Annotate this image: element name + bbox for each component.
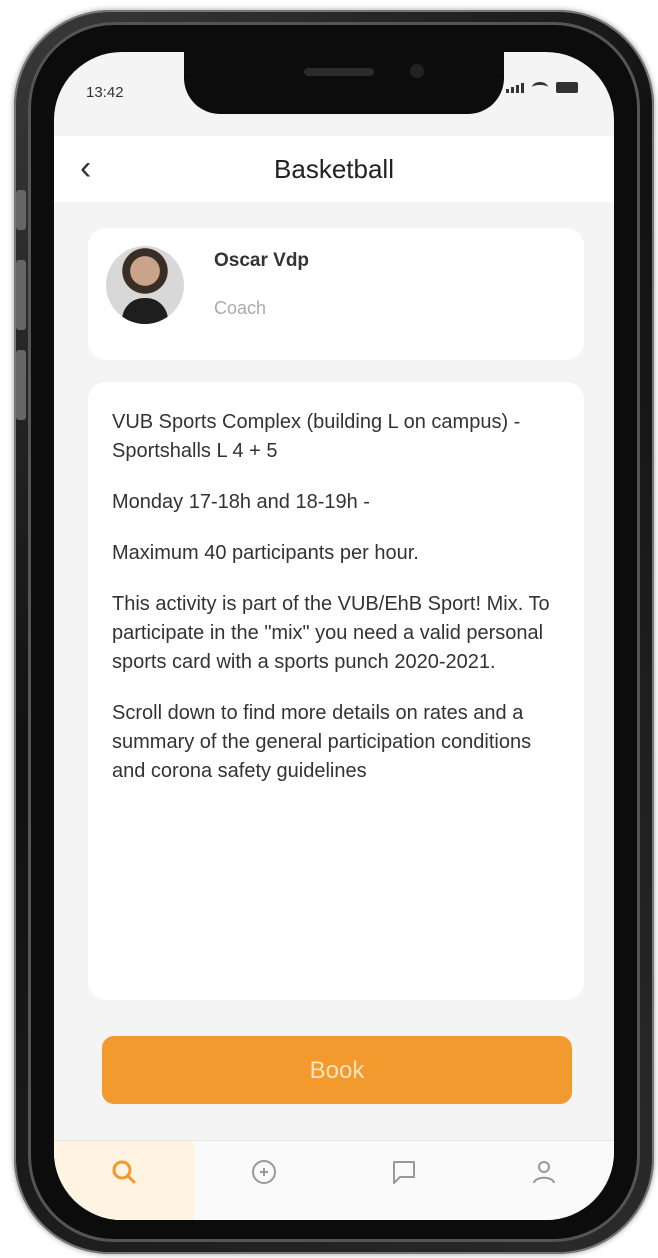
avatar: [106, 246, 184, 324]
more-details-text: Scroll down to find more details on rate…: [112, 702, 532, 782]
page-title: Basketball: [274, 154, 394, 184]
tab-search[interactable]: [54, 1141, 194, 1220]
coach-role: Coach: [214, 298, 267, 318]
tab-messages[interactable]: [334, 1141, 474, 1220]
volume-up-button: [16, 260, 26, 330]
search-icon: [112, 1160, 136, 1184]
front-camera: [410, 64, 424, 78]
status-icons: [506, 82, 578, 93]
capacity-text: Maximum 40 participants per hour.: [112, 542, 419, 564]
battery-icon: [556, 82, 578, 93]
app-screen: 13:42 ‹ Basketball Oscar Vdp Coach VUB S…: [54, 52, 614, 1220]
location-text: VUB Sports Complex (building L on campus…: [112, 411, 521, 462]
speaker: [304, 68, 374, 76]
status-time: 13:42: [86, 84, 124, 101]
coach-card[interactable]: Oscar Vdp Coach: [88, 228, 584, 360]
sport-mix-text: This activity is part of the VUB/EhB Spo…: [112, 593, 550, 673]
notch: [184, 52, 504, 114]
tab-bar: [54, 1140, 614, 1220]
chat-icon: [393, 1161, 415, 1184]
tab-add[interactable]: [194, 1141, 334, 1220]
mute-switch: [16, 190, 26, 230]
schedule-text: Monday 17-18h and 18-19h -: [112, 491, 370, 513]
coach-name: Oscar Vdp: [214, 250, 310, 271]
tab-profile[interactable]: [474, 1141, 614, 1220]
user-icon: [533, 1161, 555, 1184]
book-button[interactable]: Book: [102, 1036, 572, 1104]
activity-description-card: VUB Sports Complex (building L on campus…: [88, 382, 584, 1000]
volume-down-button: [16, 350, 26, 420]
plus-circle-icon: [252, 1160, 276, 1184]
wifi-icon: [532, 82, 548, 93]
signal-icon: [506, 83, 524, 93]
nav-header: ‹ Basketball: [54, 136, 614, 202]
